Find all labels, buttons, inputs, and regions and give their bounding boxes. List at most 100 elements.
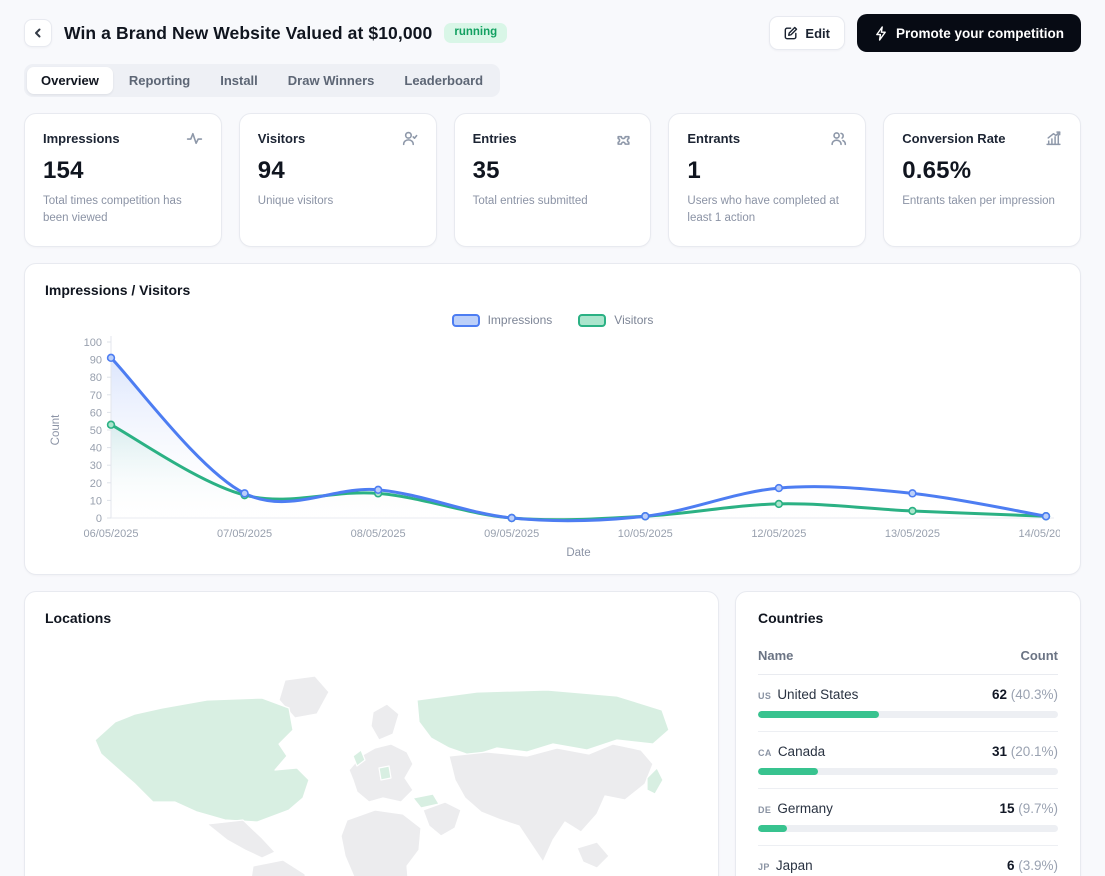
lightning-bolt-icon [876, 25, 886, 41]
country-bar-fill [758, 768, 819, 775]
stat-label: Entrants [687, 131, 741, 146]
country-pct: (40.3%) [1006, 687, 1058, 702]
country-code: US [758, 691, 772, 701]
country-code: JP [758, 862, 770, 872]
promote-competition-button[interactable]: Promote your competition [856, 14, 1081, 52]
country-pct: (3.9%) [1014, 858, 1058, 873]
stat-card-visitors: Visitors 94 Unique visitors [238, 113, 437, 247]
map-north-america [93, 697, 310, 823]
map-southeast-asia [575, 841, 610, 869]
edit-pencil-icon [785, 26, 798, 40]
svg-text:13/05/2025: 13/05/2025 [885, 528, 940, 540]
map-africa [339, 809, 422, 876]
chevron-left-icon [35, 28, 41, 38]
users-icon [830, 130, 847, 147]
page-header: Win a Brand New Website Valued at $10,00… [24, 14, 1081, 52]
legend-item-visitors[interactable]: Visitors [578, 313, 653, 327]
competition-overview-page: Win a Brand New Website Valued at $10,00… [0, 0, 1105, 876]
ticket-icon [615, 130, 632, 147]
countries-table-header: Name Count [758, 648, 1058, 675]
locations-title: Locations [45, 610, 112, 626]
legend-label-impressions: Impressions [487, 313, 553, 327]
svg-text:60: 60 [90, 407, 102, 419]
chart-trend-icon [1045, 130, 1062, 147]
country-bar-track [758, 711, 1058, 718]
countries-column-count: Count [1020, 648, 1058, 663]
stat-description: Users who have completed at least 1 acti… [687, 195, 839, 224]
world-map [45, 652, 698, 876]
country-row: DE Germany 15 (9.7%) [758, 789, 1058, 846]
svg-text:12/05/2025: 12/05/2025 [751, 528, 806, 540]
back-button[interactable] [24, 19, 52, 47]
countries-title: Countries [758, 610, 824, 626]
svg-text:20: 20 [90, 478, 102, 490]
stat-label: Visitors [257, 131, 306, 146]
stat-description: Total times competition has been viewed [43, 195, 182, 224]
country-name: Germany [777, 801, 833, 816]
stat-card-entries: Entries 35 Total entries submitted [453, 113, 652, 247]
stat-value: 0.65% [902, 157, 972, 184]
legend-swatch-visitors [578, 313, 607, 327]
stat-description: Entrants taken per impression [902, 195, 1055, 207]
tab-leaderboard[interactable]: Leaderboard [390, 67, 497, 94]
svg-text:09/05/2025: 09/05/2025 [484, 528, 539, 540]
svg-text:40: 40 [90, 443, 102, 455]
stat-value: 154 [43, 157, 84, 184]
country-row: US United States 62 (40.3%) [758, 675, 1058, 732]
stat-label: Entries [472, 131, 517, 146]
svg-text:50: 50 [90, 425, 102, 437]
world-map-svg [93, 675, 670, 876]
tab-draw-winners[interactable]: Draw Winners [274, 67, 389, 94]
svg-text:90: 90 [90, 355, 102, 367]
country-name: United States [777, 687, 859, 702]
legend-item-impressions[interactable]: Impressions [451, 313, 553, 327]
svg-text:30: 30 [90, 460, 102, 472]
country-name: Japan [775, 858, 813, 873]
page-title: Win a Brand New Website Valued at $10,00… [64, 22, 433, 43]
svg-text:0: 0 [96, 513, 102, 525]
map-middle-east [421, 801, 462, 837]
stat-label: Impressions [43, 131, 120, 146]
stat-value: 35 [472, 157, 500, 184]
svg-text:07/05/2025: 07/05/2025 [217, 528, 272, 540]
svg-text:Date: Date [566, 547, 590, 558]
stat-card-entrants: Entrants 1 Users who have completed at l… [668, 113, 867, 247]
svg-text:100: 100 [84, 337, 102, 349]
country-code: DE [758, 805, 772, 815]
country-row: CA Canada 31 (20.1%) [758, 732, 1058, 789]
stat-description: Unique visitors [257, 195, 334, 207]
svg-text:Count: Count [50, 414, 62, 445]
svg-text:10: 10 [90, 495, 102, 507]
country-count: 31 [991, 744, 1007, 759]
tab-reporting[interactable]: Reporting [115, 67, 204, 94]
user-check-icon [401, 130, 418, 147]
chart-legend: Impressions Visitors [45, 312, 1060, 328]
country-count: 15 [999, 801, 1015, 816]
map-asia [447, 743, 654, 863]
legend-swatch-impressions [451, 313, 480, 327]
svg-text:80: 80 [90, 372, 102, 384]
stat-card-conversion-rate: Conversion Rate 0.65% Entrants taken per… [883, 113, 1081, 247]
map-central-america [205, 819, 276, 859]
legend-label-visitors: Visitors [614, 313, 654, 327]
edit-button[interactable]: Edit [769, 16, 845, 50]
map-russia [415, 689, 670, 757]
svg-text:14/05/2025: 14/05/2025 [1018, 528, 1060, 540]
activity-icon [186, 130, 203, 147]
country-bar-track [758, 768, 1058, 775]
country-bar-track [758, 825, 1058, 832]
svg-text:08/05/2025: 08/05/2025 [351, 528, 406, 540]
country-bar-fill [758, 825, 788, 832]
stats-row: Impressions 154 Total times competition … [24, 113, 1081, 247]
countries-column-name: Name [758, 648, 794, 663]
tab-install[interactable]: Install [206, 67, 272, 94]
locations-card: Locations [24, 591, 719, 876]
svg-text:06/05/2025: 06/05/2025 [83, 528, 138, 540]
country-pct: (20.1%) [1006, 744, 1058, 759]
tab-overview[interactable]: Overview [27, 67, 113, 94]
svg-text:10/05/2025: 10/05/2025 [618, 528, 673, 540]
map-scandinavia [369, 703, 400, 741]
tab-bar: Overview Reporting Install Draw Winners … [24, 64, 501, 97]
stat-value: 1 [687, 157, 701, 184]
map-germany [377, 765, 392, 781]
